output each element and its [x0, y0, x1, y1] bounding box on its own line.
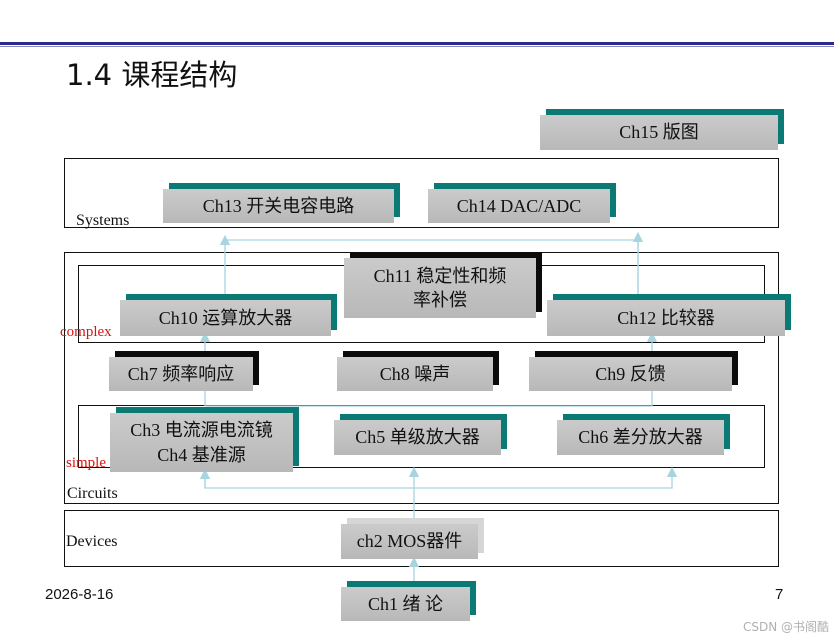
ch10-box: Ch10 运算放大器 [120, 300, 331, 336]
ch3-line: Ch3 电流源电流镜 [130, 420, 273, 441]
ch4-line: Ch4 基准源 [157, 444, 246, 465]
ch1-box: Ch1 绪 论 [341, 587, 470, 621]
ch7-box: Ch7 频率响应 [109, 357, 253, 391]
ch11-line2: 率补偿 [413, 290, 467, 310]
ch14-box: Ch14 DAC/ADC [428, 189, 610, 223]
ch5-box: Ch5 单级放大器 [334, 420, 501, 455]
ch8-box: Ch8 噪声 [337, 357, 493, 391]
ch6-box: Ch6 差分放大器 [557, 420, 724, 455]
ch2-box: ch2 MOS器件 [341, 524, 478, 559]
slide: 1.4 课程结构 Systems complex simple Circuits… [0, 0, 839, 641]
simple-label: simple [66, 455, 106, 471]
watermark: CSDN @书阁酷 [742, 620, 829, 634]
ch12-box: Ch12 比较器 [547, 300, 785, 336]
ch9-box: Ch9 反馈 [529, 357, 732, 391]
ch3-ch4-box: Ch3 电流源电流镜 Ch4 基准源 [110, 413, 293, 472]
devices-label: Devices [66, 533, 118, 550]
ch13-box: Ch13 开关电容电路 [163, 189, 394, 223]
ch15-box: Ch15 版图 [540, 115, 778, 150]
footer-page-number: 7 [775, 586, 784, 603]
ch11-line1: Ch11 稳定性和频 [373, 265, 507, 286]
ch11-box: Ch11 稳定性和频 率补偿 [344, 258, 536, 318]
circuits-label: Circuits [67, 485, 118, 502]
complex-label: complex [60, 324, 112, 340]
systems-label: Systems [76, 212, 130, 229]
footer-date: 2026-8-16 [45, 586, 114, 603]
